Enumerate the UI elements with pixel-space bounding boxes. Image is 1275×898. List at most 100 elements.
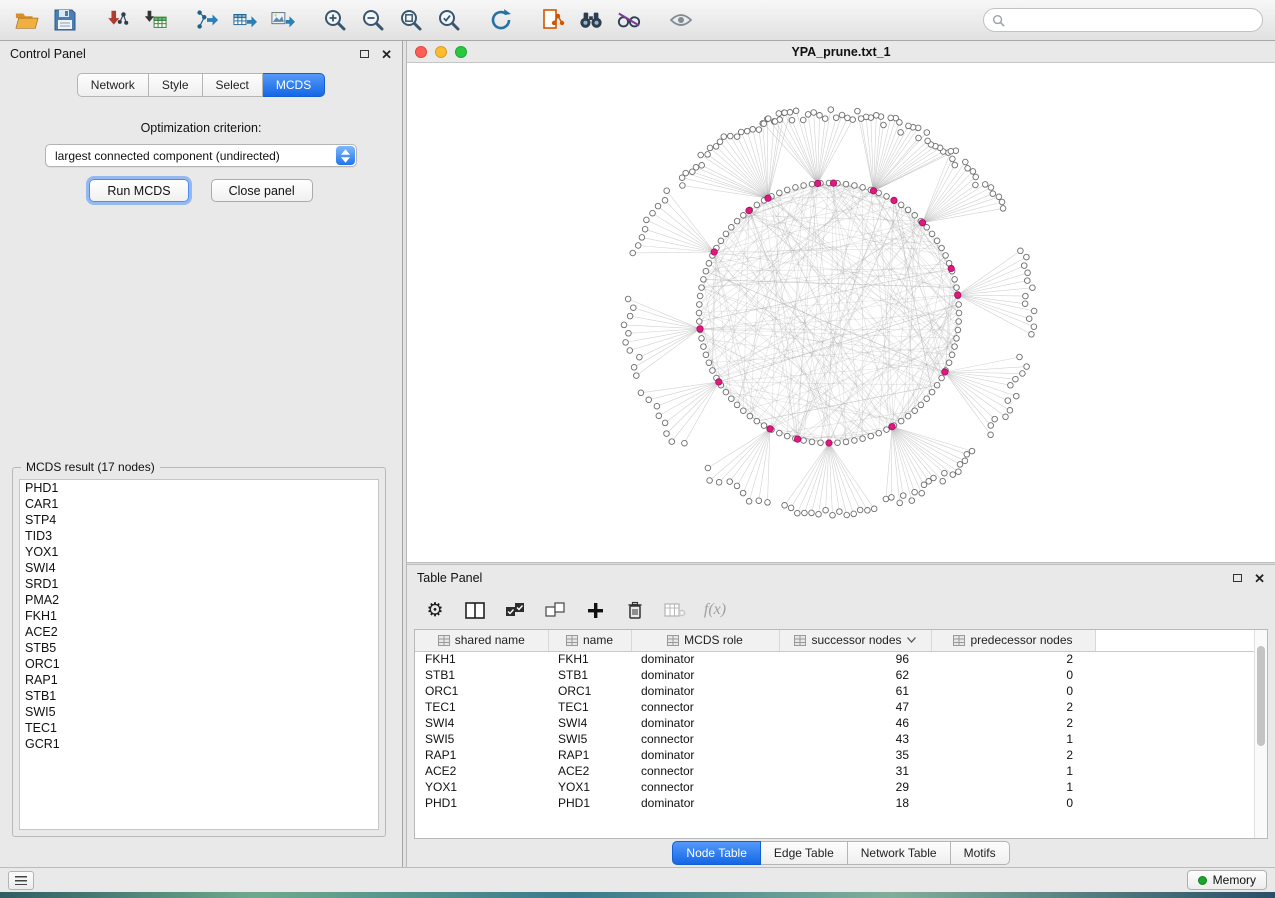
table-row[interactable]: PHD1PHD1dominator180 <box>415 795 1267 811</box>
close-panel-icon[interactable]: ✕ <box>381 48 392 61</box>
table-row[interactable]: RAP1RAP1dominator352 <box>415 747 1267 763</box>
optimization-criterion-select[interactable]: largest connected component (undirected) <box>45 144 357 167</box>
column-header-mcds-role[interactable]: MCDS role <box>631 630 779 651</box>
import-table-button[interactable] <box>140 5 170 35</box>
refresh-button[interactable] <box>486 5 516 35</box>
zoom-out-button[interactable] <box>358 5 388 35</box>
zoom-in-button[interactable] <box>320 5 350 35</box>
status-menu-button[interactable] <box>8 871 34 890</box>
table-row[interactable]: TEC1TEC1connector472 <box>415 699 1267 715</box>
minimize-window-button[interactable] <box>435 46 447 58</box>
show-columns-button[interactable] <box>463 597 487 623</box>
maximize-window-button[interactable] <box>455 46 467 58</box>
network-canvas[interactable] <box>407 63 1275 562</box>
clear-table-button[interactable] <box>663 597 687 623</box>
open-session-button[interactable] <box>12 5 42 35</box>
mcds-result-item[interactable]: SWI5 <box>20 704 378 720</box>
cell-shared-name: SWI4 <box>415 715 548 731</box>
mcds-result-item[interactable]: STP4 <box>20 512 378 528</box>
delete-row-button[interactable] <box>623 597 647 623</box>
tab-motifs[interactable]: Motifs <box>951 841 1010 865</box>
zoom-fit-button[interactable] <box>396 5 426 35</box>
import-network-button[interactable] <box>102 5 132 35</box>
mcds-result-item[interactable]: ORC1 <box>20 656 378 672</box>
tab-mcds[interactable]: MCDS <box>263 73 325 97</box>
share-document-button[interactable] <box>538 5 568 35</box>
eye-button[interactable] <box>666 5 696 35</box>
column-header-name[interactable]: name <box>548 630 631 651</box>
memory-button[interactable]: Memory <box>1187 870 1267 890</box>
close-window-button[interactable] <box>415 46 427 58</box>
column-header-shared-name[interactable]: shared name <box>415 630 548 651</box>
cell-name: PHD1 <box>548 795 631 811</box>
mcds-result-item[interactable]: STB5 <box>20 640 378 656</box>
zoom-fit-icon <box>399 8 423 32</box>
run-mcds-button[interactable]: Run MCDS <box>89 179 188 202</box>
column-header-predecessor-nodes[interactable]: predecessor nodes <box>931 630 1095 651</box>
tab-network[interactable]: Network <box>77 73 149 97</box>
tab-select[interactable]: Select <box>203 73 263 97</box>
search-input[interactable] <box>1011 13 1254 27</box>
mcds-result-item[interactable]: TEC1 <box>20 720 378 736</box>
mcds-result-item[interactable]: SRD1 <box>20 576 378 592</box>
mcds-result-item[interactable]: RAP1 <box>20 672 378 688</box>
zoom-out-icon <box>361 8 385 32</box>
tab-style[interactable]: Style <box>149 73 203 97</box>
mcds-result-item[interactable]: YOX1 <box>20 544 378 560</box>
cell-name: STB1 <box>548 667 631 683</box>
mcds-result-item[interactable]: FKH1 <box>20 608 378 624</box>
table-scrollbar-thumb[interactable] <box>1257 646 1265 746</box>
cell-filler <box>1095 683 1267 699</box>
mcds-result-item[interactable]: ACE2 <box>20 624 378 640</box>
close-panel-button[interactable]: Close panel <box>211 179 313 202</box>
float-table-panel-icon[interactable] <box>1233 574 1242 582</box>
function-builder-button[interactable]: f(x) <box>703 597 727 623</box>
cell-mcds-role: connector <box>631 731 779 747</box>
export-table-button[interactable] <box>230 5 260 35</box>
table-scrollbar[interactable] <box>1254 630 1267 838</box>
share-document-icon <box>541 8 565 32</box>
cell-mcds-role: dominator <box>631 715 779 731</box>
table-row[interactable]: YOX1YOX1connector291 <box>415 779 1267 795</box>
mcds-result-item[interactable]: CAR1 <box>20 496 378 512</box>
export-image-button[interactable] <box>268 5 298 35</box>
glasses-button[interactable] <box>614 5 644 35</box>
column-header-successor-nodes[interactable]: successor nodes <box>779 630 931 651</box>
select-all-button[interactable] <box>503 597 527 623</box>
cell-filler <box>1095 731 1267 747</box>
mcds-result-item[interactable]: GCR1 <box>20 736 378 752</box>
table-row[interactable]: SWI4SWI4dominator462 <box>415 715 1267 731</box>
mcds-result-item[interactable]: PMA2 <box>20 592 378 608</box>
cell-predecessor-nodes: 2 <box>931 747 1095 763</box>
table-settings-button[interactable]: ⚙ <box>423 597 447 623</box>
mcds-result-list[interactable]: PHD1CAR1STP4TID3YOX1SWI4SRD1PMA2FKH1ACE2… <box>19 479 379 830</box>
table-row[interactable]: STB1STB1dominator620 <box>415 667 1267 683</box>
sort-grid-icon <box>953 635 965 646</box>
table-panel: Table Panel ✕ ⚙ <box>407 565 1275 867</box>
add-row-button[interactable] <box>583 597 607 623</box>
table-row[interactable]: ACE2ACE2connector311 <box>415 763 1267 779</box>
mcds-result-item[interactable]: TID3 <box>20 528 378 544</box>
table-row[interactable]: SWI5SWI5connector431 <box>415 731 1267 747</box>
binoculars-button[interactable] <box>576 5 606 35</box>
save-session-icon <box>53 8 77 32</box>
close-table-panel-icon[interactable]: ✕ <box>1254 572 1265 585</box>
application-window: Control Panel ✕ Network Style Select MCD… <box>0 0 1275 898</box>
float-panel-icon[interactable] <box>360 50 369 58</box>
tab-network-table[interactable]: Network Table <box>848 841 951 865</box>
search-box[interactable] <box>983 8 1263 32</box>
main-area: Control Panel ✕ Network Style Select MCD… <box>0 41 1275 867</box>
cell-name: SWI5 <box>548 731 631 747</box>
mcds-result-item[interactable]: SWI4 <box>20 560 378 576</box>
mcds-result-item[interactable]: STB1 <box>20 688 378 704</box>
zoom-selected-button[interactable] <box>434 5 464 35</box>
table-row[interactable]: FKH1FKH1dominator962 <box>415 651 1267 667</box>
tab-node-table[interactable]: Node Table <box>672 841 761 865</box>
save-session-button[interactable] <box>50 5 80 35</box>
tab-edge-table[interactable]: Edge Table <box>761 841 848 865</box>
mcds-result-item[interactable]: PHD1 <box>20 480 378 496</box>
unselect-all-button[interactable] <box>543 597 567 623</box>
table-row[interactable]: ORC1ORC1dominator610 <box>415 683 1267 699</box>
export-network-button[interactable] <box>192 5 222 35</box>
cell-predecessor-nodes: 2 <box>931 699 1095 715</box>
